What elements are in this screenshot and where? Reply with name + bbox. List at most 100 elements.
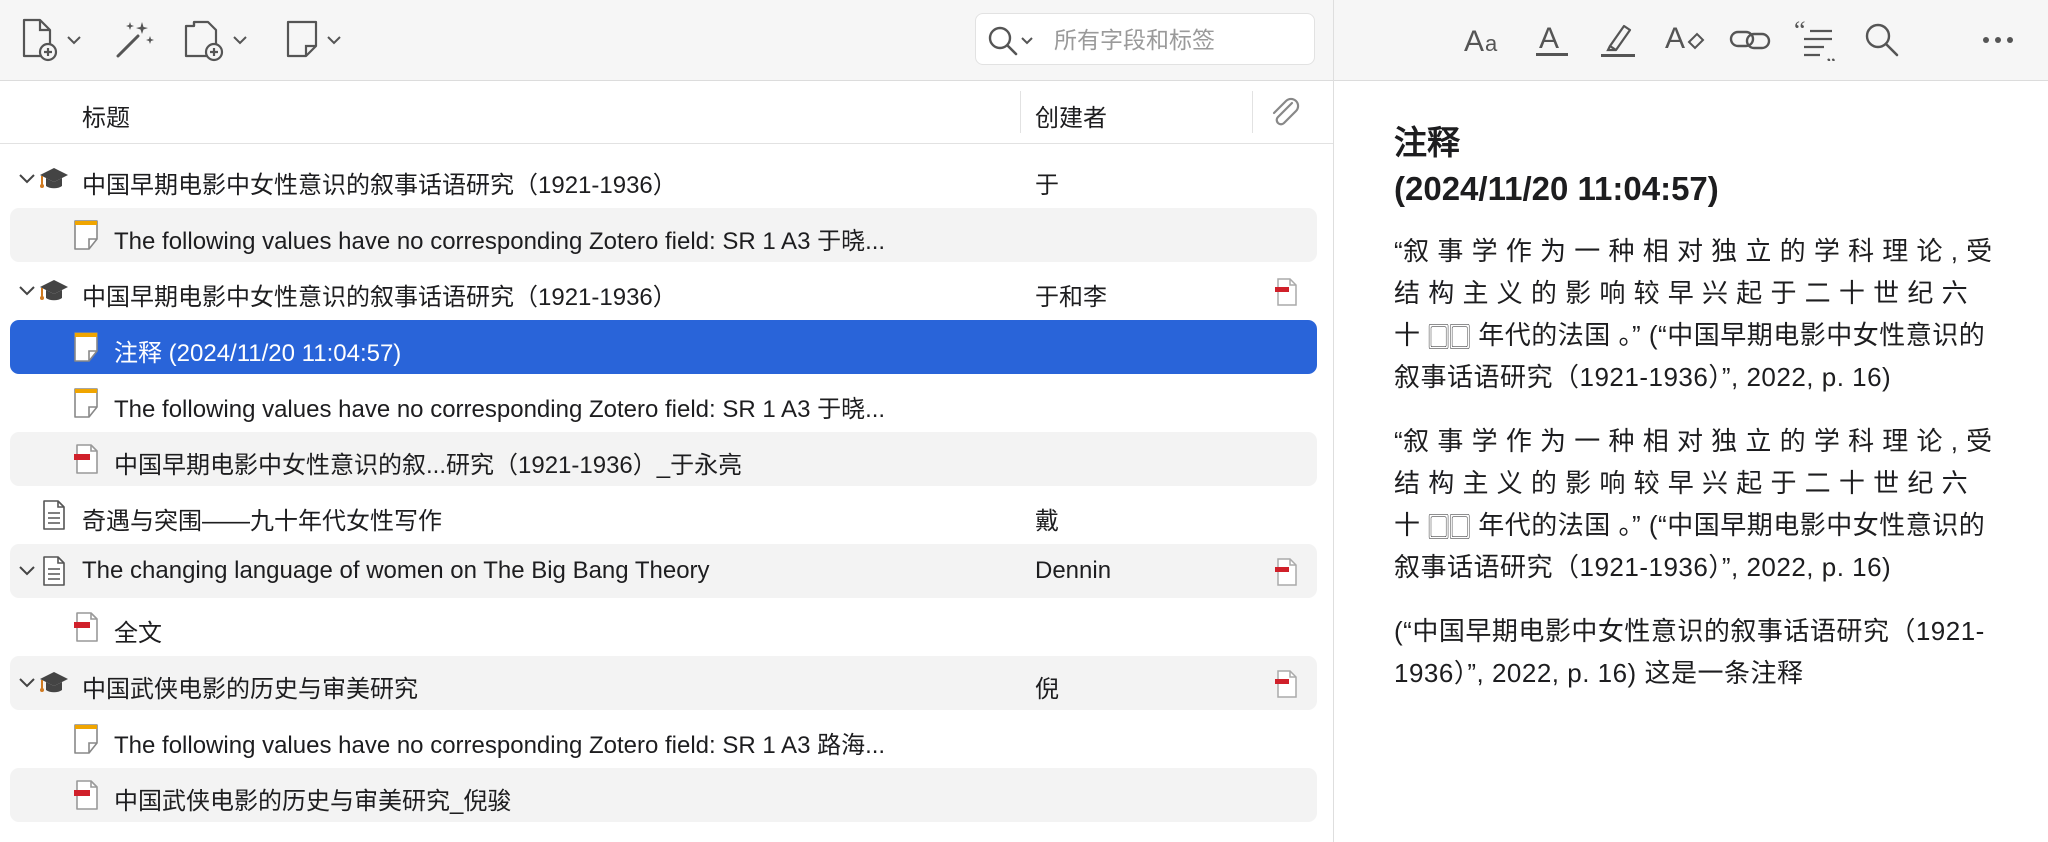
- row-title: 中国早期电影中女性意识的叙...研究（1921-1936）_于永亮: [114, 452, 743, 479]
- note-editor-pane: A a A A “ „ 注释 (2024/11/20 11:04:57) “叙 …: [1334, 0, 2048, 842]
- note-heading-line1: 注释: [1394, 124, 1460, 161]
- text-color-button[interactable]: A: [1528, 16, 1576, 64]
- add-attachment-button[interactable]: [182, 14, 248, 66]
- column-header: 标题 创建者: [0, 81, 1333, 144]
- row-creator: 戴: [1035, 508, 1059, 535]
- pdf-icon: [70, 443, 102, 475]
- row-title: The changing language of women on The Bi…: [82, 557, 710, 584]
- note-heading: 注释 (2024/11/20 11:04:57): [1394, 120, 1994, 212]
- new-item-icon: [22, 18, 58, 62]
- note-icon: [70, 219, 102, 251]
- insert-link-button[interactable]: [1726, 16, 1774, 64]
- expand-chevron-icon[interactable]: [14, 166, 40, 192]
- row-title: 奇遇与突围——九十年代女性写作: [82, 508, 442, 535]
- magic-wand-icon: [116, 22, 154, 58]
- add-by-identifier-button[interactable]: [112, 14, 156, 66]
- row-creator: Dennin: [1035, 557, 1112, 584]
- row-title: 中国早期电影中女性意识的叙事话语研究（1921-1936）: [82, 284, 677, 311]
- citation-icon: “ „: [1794, 19, 1836, 61]
- thesis-icon: [38, 163, 70, 195]
- note-icon: [70, 331, 102, 363]
- tree-row[interactable]: 中国早期电影中女性意识的叙...研究（1921-1936）_于永亮: [10, 432, 1317, 486]
- highlighter-icon: [1601, 24, 1635, 57]
- tree-row[interactable]: The following values have no correspondi…: [10, 208, 1317, 262]
- svg-text:a: a: [1485, 31, 1498, 56]
- row-title: The following values have no correspondi…: [114, 228, 886, 255]
- items-pane: 标题 创建者 中国早期电影中女性意识的叙事话语研究（1921-1936） 于 The…: [0, 0, 1333, 842]
- column-divider[interactable]: [1020, 91, 1021, 133]
- search-box: [975, 13, 1315, 65]
- tree-row[interactable]: 全文: [10, 600, 1317, 654]
- row-creator: 于: [1035, 172, 1059, 199]
- column-divider[interactable]: [1252, 91, 1253, 133]
- chevron-down-icon: [1021, 37, 1033, 45]
- pdf-attachment-icon[interactable]: [1272, 277, 1300, 312]
- column-creator[interactable]: 创建者: [1035, 98, 1107, 133]
- tree-row[interactable]: 注释 (2024/11/20 11:04:57): [10, 320, 1317, 374]
- clear-formatting-button[interactable]: A: [1660, 16, 1708, 64]
- note-toolbar: A a A A “ „: [1334, 0, 2048, 81]
- row-creator: 倪: [1035, 676, 1059, 703]
- new-item-button[interactable]: [20, 14, 82, 66]
- chevron-down-icon: [327, 36, 341, 45]
- pdf-attachment-icon[interactable]: [1272, 557, 1300, 592]
- chevron-down-icon: [67, 36, 81, 45]
- tree-row[interactable]: 中国早期电影中女性意识的叙事话语研究（1921-1936） 于: [10, 152, 1317, 206]
- expand-chevron-icon[interactable]: [14, 278, 40, 304]
- row-title: 中国武侠电影的历史与审美研究: [82, 676, 418, 703]
- svg-text:„: „: [1826, 41, 1836, 61]
- row-title: 注释 (2024/11/20 11:04:57): [114, 340, 402, 367]
- more-icon: [1983, 37, 2013, 43]
- search-icon: [1865, 23, 1899, 57]
- note-paragraph: “叙 事 学 作 为 一 种 相 对 独 立 的 学 科 理 论 , 受 结 构…: [1394, 426, 1993, 582]
- row-creator: 于和李: [1035, 284, 1107, 311]
- document-icon: [38, 499, 70, 531]
- insert-citation-button[interactable]: “ „: [1792, 16, 1840, 64]
- tree-row[interactable]: 中国武侠电影的历史与审美研究 倪: [10, 656, 1317, 710]
- column-title[interactable]: 标题: [82, 98, 130, 133]
- pdf-attachment-icon[interactable]: [1272, 669, 1300, 704]
- note-paragraph: (“中国早期电影中女性意识的叙事话语研究（1921-1936）”, 2022, …: [1394, 616, 1985, 688]
- tree-row[interactable]: The following values have no correspondi…: [10, 712, 1317, 766]
- search-mode-button[interactable]: [986, 24, 1034, 58]
- tree-row[interactable]: 奇遇与突围——九十年代女性写作 戴: [10, 488, 1317, 542]
- search-icon: [988, 26, 1018, 56]
- row-title: The following values have no correspondi…: [114, 732, 886, 759]
- expand-chevron-icon[interactable]: [14, 558, 40, 584]
- svg-text:A: A: [1464, 25, 1484, 57]
- thesis-icon: [38, 667, 70, 699]
- attachment-add-icon: [184, 20, 224, 62]
- row-title: 中国早期电影中女性意识的叙事话语研究（1921-1936）: [82, 172, 677, 199]
- row-title: The following values have no correspondi…: [114, 396, 886, 423]
- note-content[interactable]: 注释 (2024/11/20 11:04:57) “叙 事 学 作 为 一 种 …: [1394, 120, 1994, 694]
- note-icon: [286, 20, 318, 58]
- note-paragraph: “叙 事 学 作 为 一 种 相 对 独 立 的 学 科 理 论 , 受 结 构…: [1394, 236, 1993, 392]
- text-format-button[interactable]: A a: [1462, 16, 1510, 64]
- pdf-icon: [70, 611, 102, 643]
- tree-row[interactable]: 中国武侠电影的历史与审美研究_倪骏: [10, 768, 1317, 822]
- more-options-button[interactable]: [1974, 16, 2022, 64]
- tree-row[interactable]: The following values have no correspondi…: [10, 376, 1317, 430]
- link-icon: [1729, 30, 1771, 50]
- highlight-button[interactable]: [1594, 16, 1642, 64]
- attachment-column-icon[interactable]: [1268, 95, 1302, 129]
- row-title: 全文: [114, 620, 162, 647]
- chevron-down-icon: [233, 36, 247, 45]
- svg-text:“: “: [1794, 19, 1806, 45]
- text-format-icon: A a: [1464, 25, 1498, 57]
- tree-row[interactable]: The changing language of women on The Bi…: [10, 544, 1317, 598]
- tree-row[interactable]: 中国早期电影中女性意识的叙事话语研究（1921-1936） 于和李: [10, 264, 1317, 318]
- svg-text:A: A: [1539, 22, 1559, 55]
- svg-text:A: A: [1665, 22, 1685, 55]
- document-icon: [38, 555, 70, 587]
- items-toolbar: [0, 0, 1333, 81]
- note-icon: [70, 723, 102, 755]
- note-heading-line2: (2024/11/20 11:04:57): [1394, 170, 1719, 207]
- text-color-icon: A: [1536, 22, 1568, 56]
- search-input[interactable]: [1052, 22, 1306, 58]
- new-note-button[interactable]: [284, 14, 342, 66]
- note-icon: [70, 387, 102, 419]
- find-button[interactable]: [1858, 16, 1906, 64]
- expand-chevron-icon[interactable]: [14, 670, 40, 696]
- row-title: 中国武侠电影的历史与审美研究_倪骏: [114, 788, 512, 815]
